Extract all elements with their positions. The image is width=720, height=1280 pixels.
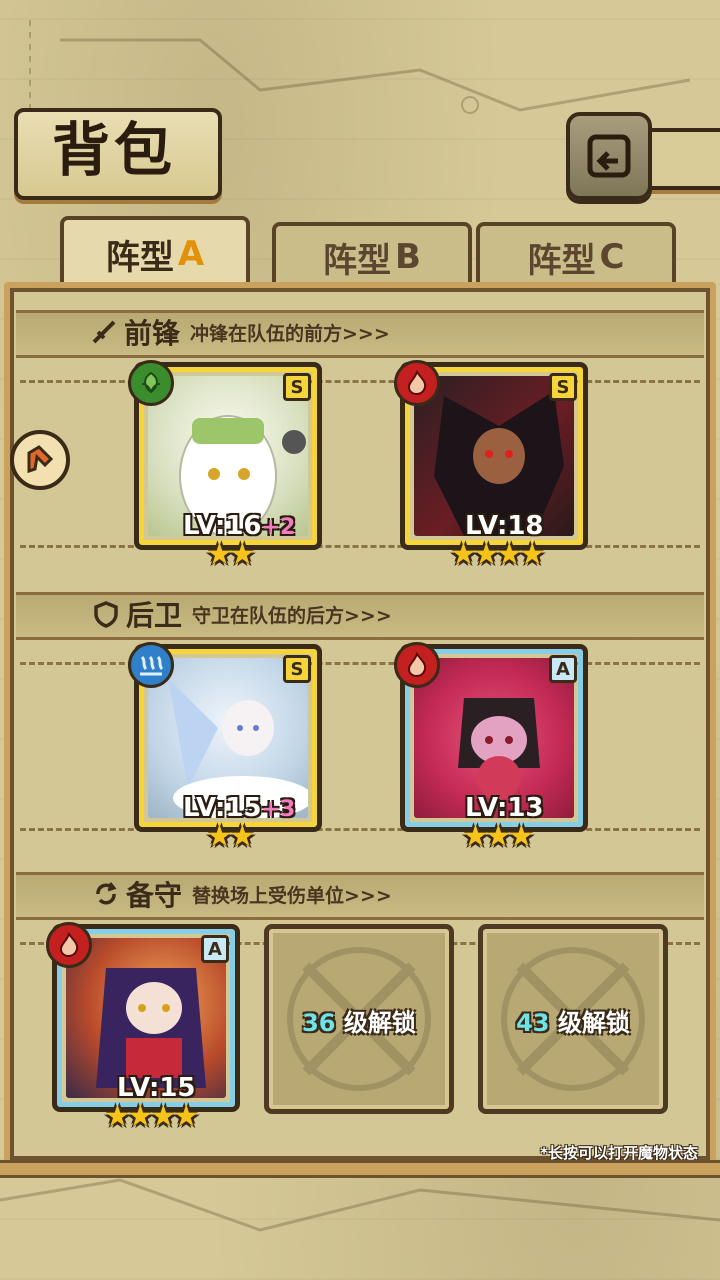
section-name: 前锋 [124,317,181,350]
rank-badge: S [283,373,311,401]
element-fire-icon [394,642,440,688]
tab-label: 阵型 [105,237,174,278]
locked-slot: 36 级解锁 [264,924,454,1114]
star-rating: ★ ★ [206,822,256,852]
element-leaf-icon [128,360,174,406]
header-rail [640,128,720,190]
section-name: 后卫 [126,599,183,632]
rank-badge: A [201,935,229,963]
sword-icon [92,320,116,344]
tab-formation-a[interactable]: 阵型 A [60,216,250,288]
unlock-text: 级解锁 [343,1009,416,1037]
element-fire-icon [394,360,440,406]
section-desc: 守卫在队伍的后方>>> [192,604,392,627]
back-icon [587,134,631,178]
element-water-icon [128,642,174,688]
formation-tabs: 阵型 A 阵型 B 阵型 C [16,216,706,288]
star-rating: ★ ★ ★ ★ [104,1102,200,1132]
unlock-level: 36 [302,1009,336,1037]
star-rating: ★ ★ ★ ★ [450,540,546,570]
unlock-label: 43 级解锁 [483,1003,663,1038]
page-title: 背包 [51,116,176,184]
divider [20,828,700,831]
bottom-rail [0,1160,720,1178]
star-icon: ★ [172,1099,200,1134]
unlock-text: 级解锁 [557,1009,630,1037]
star-icon: ★ [228,819,256,854]
star-icon: ★ [507,819,535,854]
tab-label: 阵型 [323,240,392,281]
arrow-icon [27,445,54,474]
star-icon: ★ [518,537,546,572]
back-button[interactable] [566,112,652,200]
section-desc: 冲锋在队伍的前方>>> [190,322,390,345]
level-bonus: +3 [261,797,296,822]
level-bonus: +2 [261,515,296,540]
element-fire-icon [46,922,92,968]
section-name: 备守 [126,879,183,912]
star-rating: ★ ★ [206,540,256,570]
section-header-reserve: 备守 替换场上受伤单位>>> [92,874,392,914]
side-arrow-button[interactable] [10,430,70,490]
divider [20,380,700,383]
section-header-front: 前锋 冲锋在队伍的前方>>> [90,312,390,352]
tab-suffix: B [395,237,421,277]
unlock-level: 43 [516,1009,550,1037]
rank-badge: S [283,655,311,683]
tab-formation-c[interactable]: 阵型 C [476,222,676,288]
divider [20,662,700,665]
rank-badge: S [549,373,577,401]
shield-icon [94,601,118,628]
divider [20,545,700,548]
tab-suffix: A [177,234,205,274]
rank-badge: A [549,655,577,683]
section-header-rear: 后卫 守卫在队伍的后方>>> [92,594,392,634]
star-icon: ★ [228,537,256,572]
tab-label: 阵型 [527,240,596,281]
section-desc: 替换场上受伤单位>>> [192,884,392,907]
swap-icon [96,882,117,905]
tab-formation-b[interactable]: 阵型 B [272,222,472,288]
star-rating: ★ ★ ★ [462,822,535,852]
tab-suffix: C [599,237,625,277]
locked-slot: 43 级解锁 [478,924,668,1114]
unlock-label: 36 级解锁 [269,1003,449,1038]
